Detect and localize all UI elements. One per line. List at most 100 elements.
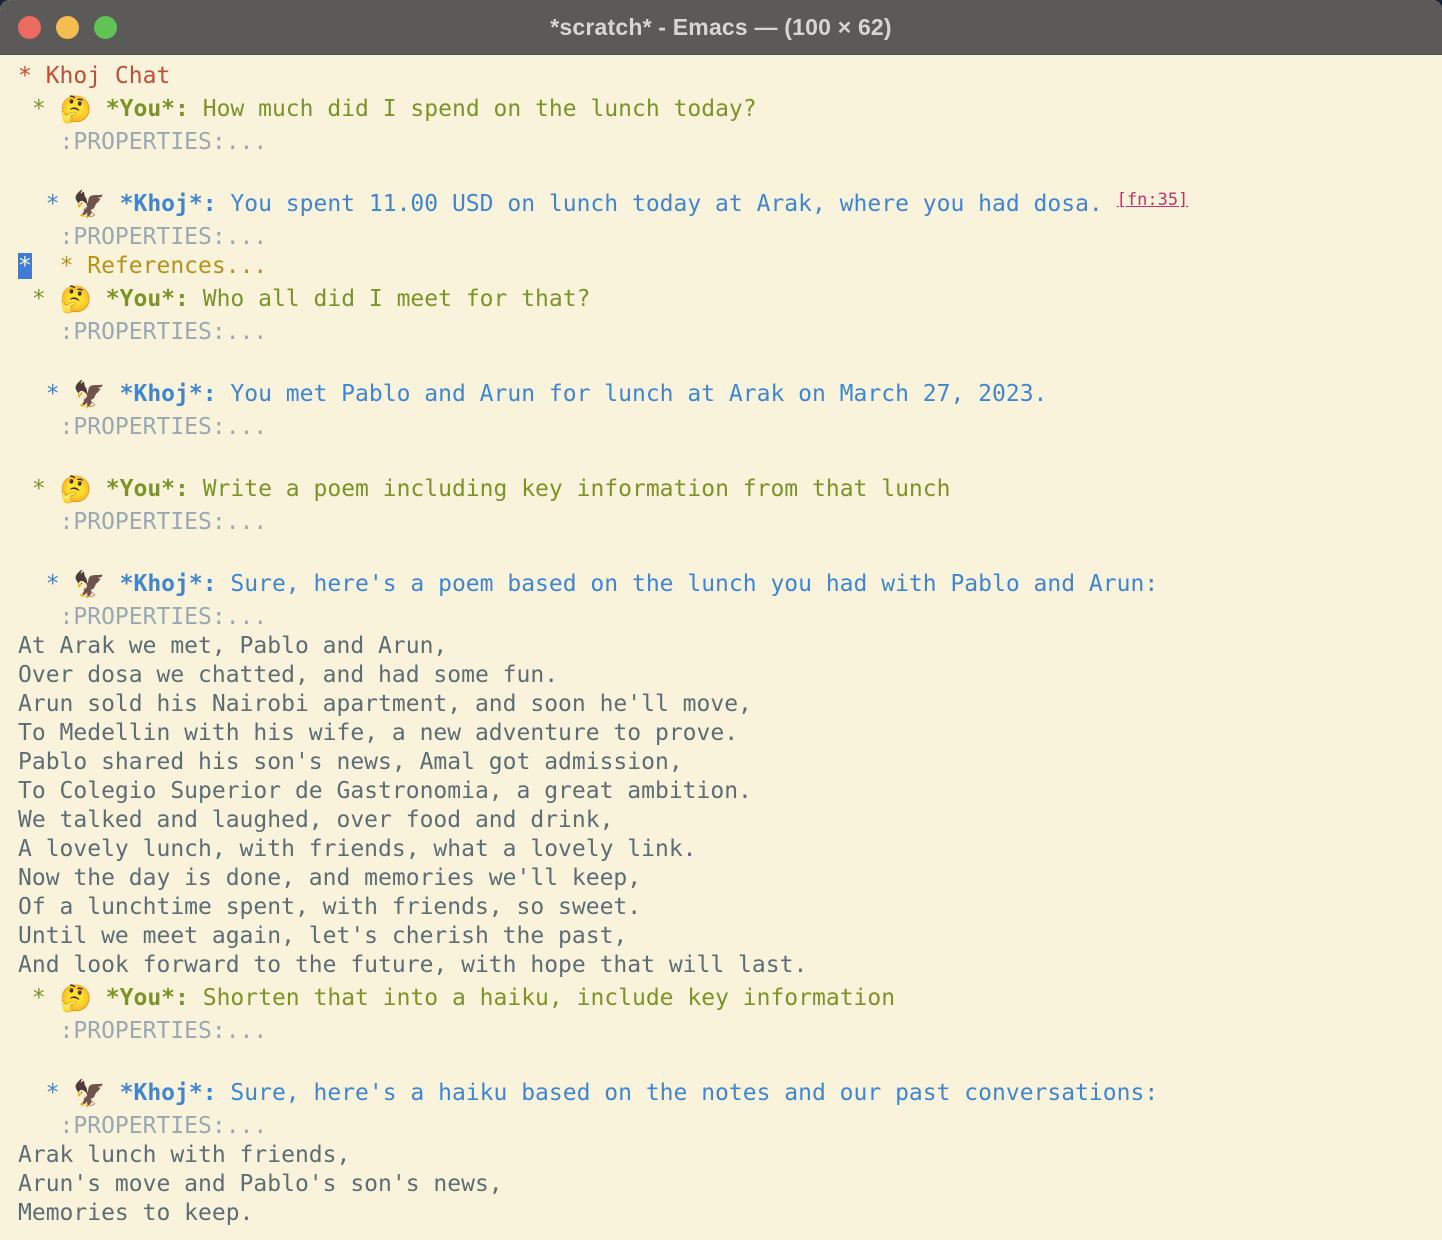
buffer-line: Of a lunchtime spent, with friends, so s… <box>18 893 1438 922</box>
eagle-emoji: 🦅 <box>73 570 105 600</box>
buffer-text: *You*: <box>106 985 189 1011</box>
buffer-text: :PROPERTIES:... <box>18 414 267 440</box>
buffer-line: Over dosa we chatted, and had some fun. <box>18 661 1438 690</box>
buffer-text: How much did I spend on the lunch today? <box>189 96 757 122</box>
buffer-line <box>18 347 1438 376</box>
buffer-text: :PROPERTIES:... <box>18 129 267 155</box>
buffer-text: Shorten that into a haiku, include key i… <box>189 985 895 1011</box>
buffer-line: * 🦅 *Khoj*: You spent 11.00 USD on lunch… <box>18 186 1438 223</box>
buffer-text: Memories to keep. <box>18 1200 253 1226</box>
buffer-text: * <box>18 286 60 312</box>
buffer-text: And look forward to the future, with hop… <box>18 952 807 978</box>
buffer-line: :PROPERTIES:... <box>18 318 1438 347</box>
buffer-line: Now the day is done, and memories we'll … <box>18 864 1438 893</box>
emacs-window: *scratch* - Emacs — (100 × 62) * Khoj Ch… <box>0 0 1442 1240</box>
buffer-text: You spent 11.00 USD on lunch today at Ar… <box>217 191 1117 217</box>
buffer-line: A lovely lunch, with friends, what a lov… <box>18 835 1438 864</box>
window-title: *scratch* - Emacs — (100 × 62) <box>0 14 1442 41</box>
footnote-link[interactable]: [fn:35] <box>1117 190 1189 210</box>
buffer-text <box>106 381 120 407</box>
buffer-text: *Khoj*: <box>120 381 217 407</box>
emacs-buffer[interactable]: * Khoj Chat * 🤔 *You*: How much did I sp… <box>0 55 1442 1228</box>
buffer-text: *You*: <box>106 476 189 502</box>
buffer-line: We talked and laughed, over food and dri… <box>18 806 1438 835</box>
buffer-text: Who all did I meet for that? <box>189 286 591 312</box>
buffer-text: *Khoj*: <box>120 191 217 217</box>
buffer-text: * <box>18 476 60 502</box>
buffer-line <box>18 157 1438 186</box>
buffer-line: * 🦅 *Khoj*: Sure, here's a haiku based o… <box>18 1075 1438 1112</box>
buffer-line: Pablo shared his son's news, Amal got ad… <box>18 748 1438 777</box>
buffer-line: * 🤔 *You*: Shorten that into a haiku, in… <box>18 980 1438 1017</box>
buffer-line: * 🦅 *Khoj*: You met Pablo and Arun for l… <box>18 376 1438 413</box>
buffer-text: Now the day is done, and memories we'll … <box>18 865 641 891</box>
thinking-face-emoji: 🤔 <box>60 285 92 315</box>
zoom-button[interactable] <box>94 16 117 39</box>
buffer-text: Until we meet again, let's cherish the p… <box>18 923 627 949</box>
buffer-line: To Medellin with his wife, a new adventu… <box>18 719 1438 748</box>
buffer-text: To Medellin with his wife, a new adventu… <box>18 720 738 746</box>
buffer-line: :PROPERTIES:... <box>18 413 1438 442</box>
buffer-text: Arak lunch with friends, <box>18 1142 350 1168</box>
buffer-text: Of a lunchtime spent, with friends, so s… <box>18 894 641 920</box>
traffic-lights <box>18 0 117 54</box>
buffer-text: You met Pablo and Arun for lunch at Arak… <box>217 381 1048 407</box>
buffer-text: *Khoj*: <box>120 571 217 597</box>
buffer-text: :PROPERTIES:... <box>18 1018 267 1044</box>
buffer-line: :PROPERTIES:... <box>18 1112 1438 1141</box>
buffer-line <box>18 1046 1438 1075</box>
buffer-text: :PROPERTIES:... <box>18 604 267 630</box>
buffer-line <box>18 537 1438 566</box>
buffer-line: :PROPERTIES:... <box>18 223 1438 252</box>
buffer-text: * <box>18 191 73 217</box>
close-button[interactable] <box>18 16 41 39</box>
buffer-text <box>106 571 120 597</box>
buffer-text: :PROPERTIES:... <box>18 224 267 250</box>
buffer-line: :PROPERTIES:... <box>18 128 1438 157</box>
buffer-text: * <box>18 571 73 597</box>
buffer-line: And look forward to the future, with hop… <box>18 951 1438 980</box>
buffer-line: :PROPERTIES:... <box>18 508 1438 537</box>
buffer-text: Arun sold his Nairobi apartment, and soo… <box>18 691 752 717</box>
buffer-text: *You*: <box>106 96 189 122</box>
buffer-text <box>32 253 60 279</box>
minimize-button[interactable] <box>56 16 79 39</box>
buffer-text: *Khoj*: <box>120 1080 217 1106</box>
eagle-emoji: 🦅 <box>73 190 105 220</box>
buffer-text: Sure, here's a haiku based on the notes … <box>217 1080 1159 1106</box>
buffer-text: *You*: <box>106 286 189 312</box>
buffer-text: * <box>18 985 60 1011</box>
buffer-line: * 🤔 *You*: Write a poem including key in… <box>18 471 1438 508</box>
buffer-line: :PROPERTIES:... <box>18 1017 1438 1046</box>
buffer-text: :PROPERTIES:... <box>18 319 267 345</box>
buffer-text: * Khoj Chat <box>18 63 170 89</box>
buffer-line: At Arak we met, Pablo and Arun, <box>18 632 1438 661</box>
buffer-line: * Khoj Chat <box>18 62 1438 91</box>
buffer-line: * * References... <box>18 252 1438 281</box>
buffer-text: Sure, here's a poem based on the lunch y… <box>217 571 1159 597</box>
buffer-text: Write a poem including key information f… <box>189 476 951 502</box>
buffer-text <box>106 191 120 217</box>
references-heading[interactable]: * References... <box>60 253 268 279</box>
buffer-line: * 🤔 *You*: How much did I spend on the l… <box>18 91 1438 128</box>
title-bar[interactable]: *scratch* - Emacs — (100 × 62) <box>0 0 1442 55</box>
buffer-line: Arun's move and Pablo's son's news, <box>18 1170 1438 1199</box>
buffer-text: To Colegio Superior de Gastronomia, a gr… <box>18 778 752 804</box>
eagle-emoji: 🦅 <box>73 1079 105 1109</box>
buffer-text: At Arak we met, Pablo and Arun, <box>18 633 447 659</box>
buffer-line: Until we meet again, let's cherish the p… <box>18 922 1438 951</box>
buffer-text: :PROPERTIES:... <box>18 509 267 535</box>
thinking-face-emoji: 🤔 <box>60 984 92 1014</box>
buffer-text: Arun's move and Pablo's son's news, <box>18 1171 503 1197</box>
buffer-text: * <box>18 1080 73 1106</box>
buffer-line: Arak lunch with friends, <box>18 1141 1438 1170</box>
thinking-face-emoji: 🤔 <box>60 475 92 505</box>
text-cursor: * <box>18 253 32 279</box>
buffer-text <box>92 985 106 1011</box>
buffer-line: Memories to keep. <box>18 1199 1438 1228</box>
buffer-text <box>92 286 106 312</box>
buffer-text: :PROPERTIES:... <box>18 1113 267 1139</box>
buffer-text <box>106 1080 120 1106</box>
eagle-emoji: 🦅 <box>73 380 105 410</box>
buffer-text: We talked and laughed, over food and dri… <box>18 807 613 833</box>
